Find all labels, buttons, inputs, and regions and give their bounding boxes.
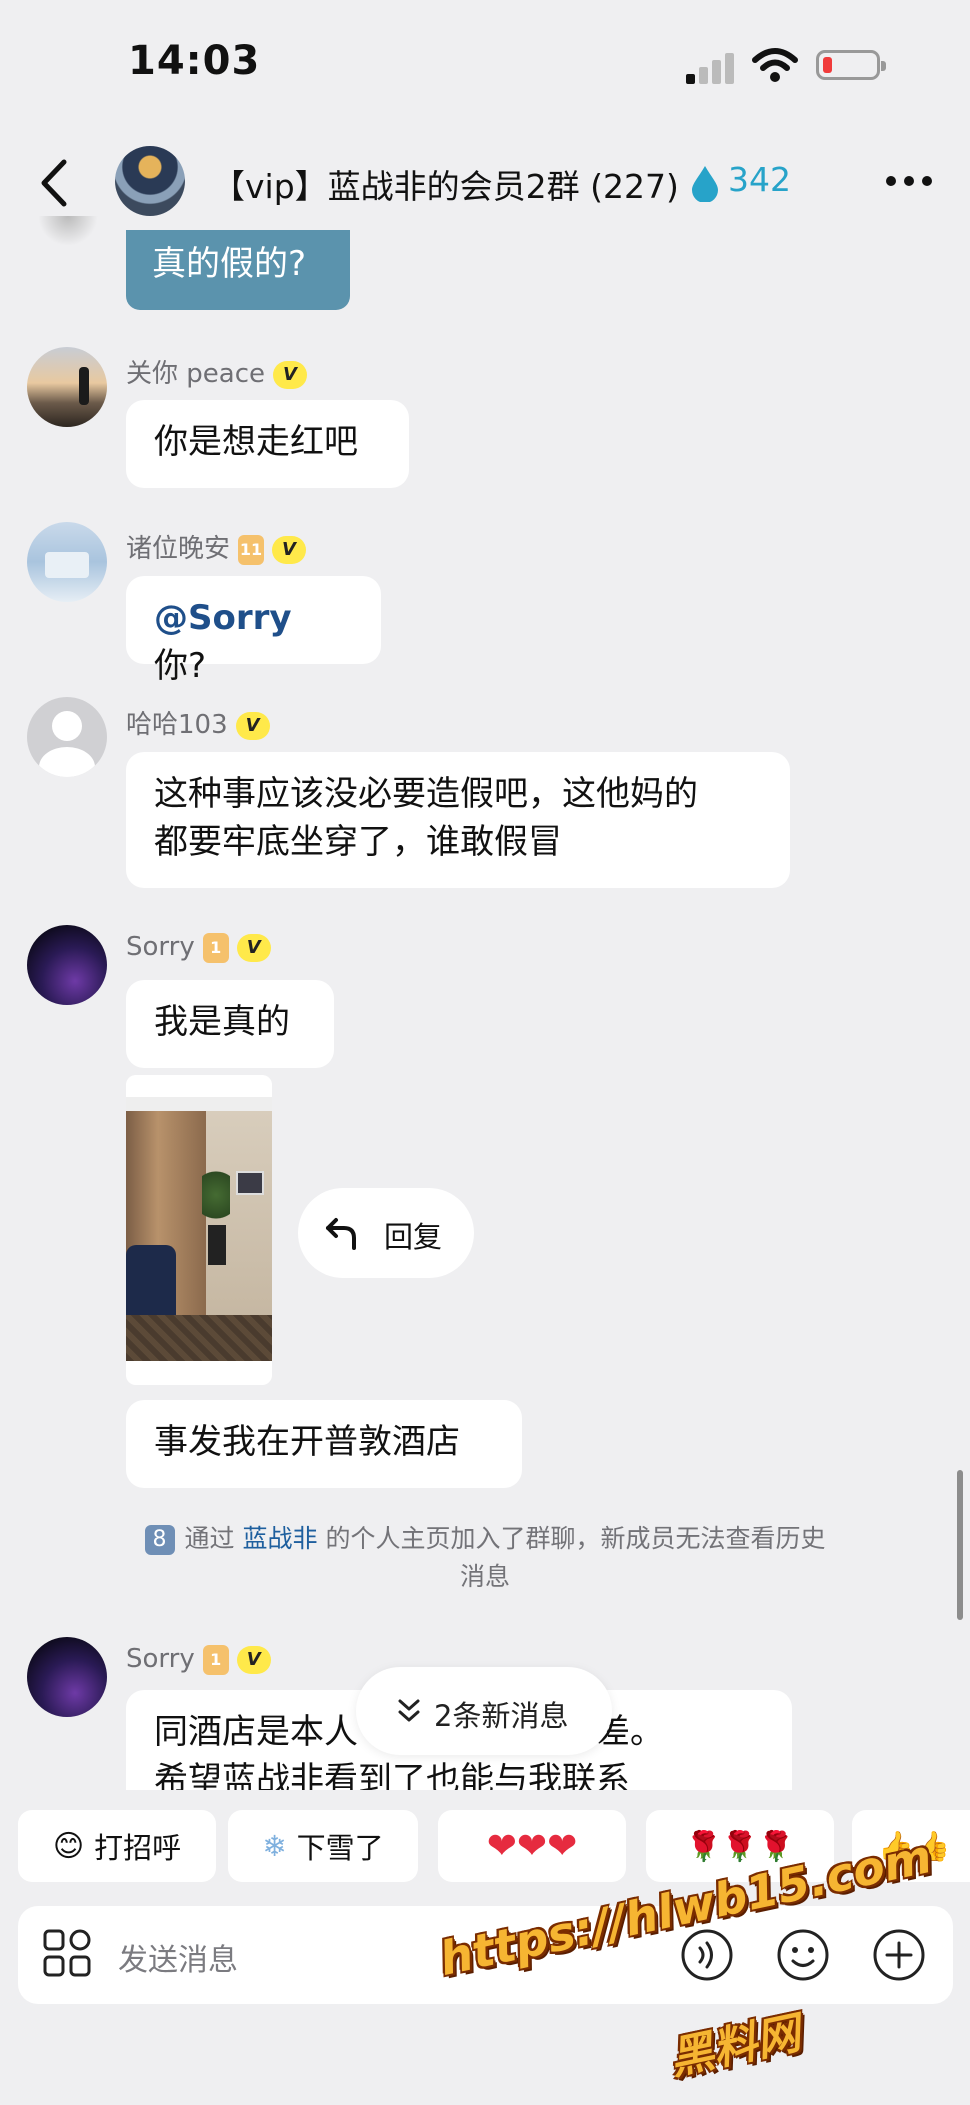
message-text: 真的假的? [152, 244, 307, 284]
message-text: 你是想走红吧 [154, 422, 358, 462]
voice-icon[interactable] [680, 1928, 734, 1982]
avatar[interactable] [27, 522, 107, 602]
message-text-line: 希望蓝战非看到了也能与我联系 [154, 1760, 630, 1790]
level-badge: 11 [238, 534, 265, 565]
droplet-icon [692, 166, 718, 202]
message-bubble[interactable]: 我是真的 [126, 980, 334, 1068]
vip-badge: V [235, 711, 270, 740]
vip-badge: V [236, 1645, 271, 1674]
back-icon[interactable] [36, 158, 76, 208]
activity-count: 342 [728, 160, 791, 199]
message-bubble[interactable]: 真的假的? [126, 230, 350, 310]
sender-name: 诸位晚安 11 V [126, 528, 307, 565]
system-message: 8 通过 蓝战非 的个人主页加入了群聊，新成员无法查看历史 消息 [100, 1520, 870, 1596]
avatar[interactable] [27, 697, 107, 777]
reply-button[interactable]: 回复 [298, 1188, 474, 1278]
message-bubble[interactable]: 这种事应该没必要造假吧，这他妈的 都要牢底坐穿了，谁敢假冒 [126, 752, 790, 888]
sender-name: Sorry 1 V [126, 1644, 271, 1675]
message-input[interactable]: 发送消息 [118, 1935, 238, 1979]
quick-reply-snow[interactable]: ❄ 下雪了 [228, 1810, 418, 1882]
new-messages-button[interactable]: 2条新消息 [356, 1667, 612, 1755]
vip-badge: V [236, 933, 271, 962]
cellular-signal-icon [686, 52, 736, 84]
level-badge: 1 [202, 1644, 229, 1675]
avatar[interactable] [27, 925, 107, 1005]
mention-link[interactable]: @Sorry [154, 598, 292, 638]
message-bubble[interactable]: 事发我在开普敦酒店 [126, 1400, 522, 1488]
reply-arrow-icon [326, 1218, 356, 1250]
image-message[interactable] [126, 1075, 272, 1385]
vip-badge: V [273, 360, 307, 389]
avatar[interactable] [27, 347, 107, 427]
add-icon[interactable] [872, 1928, 926, 1982]
group-avatar[interactable] [115, 146, 185, 216]
scrollbar[interactable] [957, 1470, 963, 1620]
message-text: 我是真的 [154, 1002, 290, 1042]
watermark-name: 黑料网 [665, 2007, 805, 2086]
battery-icon [816, 50, 886, 80]
snowflake-icon: ❄ [262, 1829, 287, 1863]
quick-reply-hearts[interactable]: ❤❤❤ [438, 1810, 626, 1882]
reply-label: 回复 [384, 1220, 443, 1254]
apps-grid-icon[interactable] [42, 1928, 92, 1978]
partial-avatar [38, 216, 98, 246]
sender-name: 哈哈103 V [126, 704, 270, 741]
message-text-line: 这种事应该没必要造假吧，这他妈的 [154, 774, 698, 814]
sender-name: 关你 peace V [126, 353, 307, 390]
smile-wave-icon: 😊 [52, 1828, 85, 1864]
status-time: 14:03 [128, 38, 261, 84]
message-text: 你? [154, 646, 207, 686]
message-text: 事发我在开普敦酒店 [154, 1422, 460, 1462]
group-title[interactable]: 【vip】蓝战非的会员2群 (227) [212, 160, 679, 208]
sender-name: Sorry 1 V [126, 932, 271, 963]
new-messages-label: 2条新消息 [434, 1699, 569, 1733]
profile-link[interactable]: 蓝战非 [242, 1524, 317, 1553]
emoji-icon[interactable] [776, 1928, 830, 1982]
message-text-line: 都要牢底坐穿了，谁敢假冒 [154, 822, 562, 862]
message-bubble[interactable]: 你是想走红吧 [126, 400, 409, 488]
wifi-icon [752, 48, 798, 82]
vip-badge: V [272, 535, 307, 564]
avatar[interactable] [27, 1637, 107, 1717]
level-badge: 1 [202, 932, 229, 963]
message-bubble[interactable]: @Sorry 你? [126, 576, 381, 686]
chevrons-down-icon [398, 1699, 420, 1722]
quick-reply-wave[interactable]: 😊 打招呼 [18, 1810, 216, 1882]
more-options-icon[interactable] [886, 176, 936, 188]
system-notice-icon: 8 [144, 1525, 175, 1555]
